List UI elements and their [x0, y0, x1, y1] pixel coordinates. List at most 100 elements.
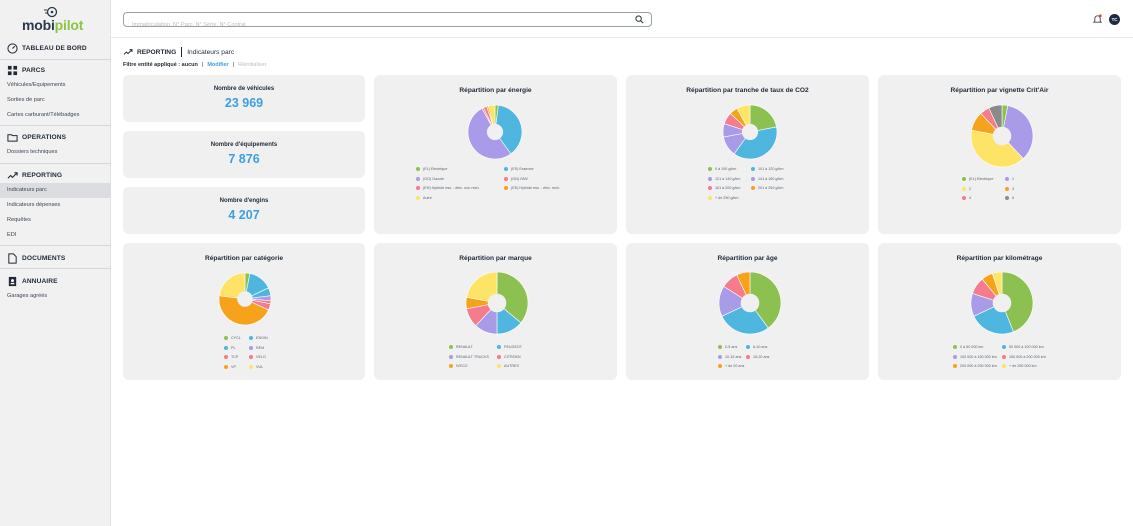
- legend-item[interactable]: CITROEN: [497, 354, 521, 359]
- avatar[interactable]: TC: [1109, 14, 1120, 25]
- legend-item[interactable]: TCP: [224, 355, 238, 359]
- donut-hole: [237, 291, 253, 307]
- legend-swatch: [953, 345, 957, 349]
- chart-card-energie: Répartition par énergie (EL) Electrique (…: [374, 75, 617, 234]
- legend-item[interactable]: (GN) GNV: [504, 176, 528, 181]
- kpi-value: 23 969: [224, 96, 264, 110]
- search-input[interactable]: [124, 18, 614, 32]
- sidebar-head-operations[interactable]: OPERATIONS: [0, 129, 111, 145]
- chart-card-kilometrage: Répartition par kilométrage 0 à 50 000 k…: [878, 243, 1121, 380]
- legend-item[interactable]: (ES) Essence: [504, 167, 534, 171]
- legend-swatch: [953, 354, 957, 359]
- sidebar-section-reporting: REPORTING Indicateurs parc Indicateurs d…: [0, 167, 111, 243]
- pie-chart[interactable]: [467, 104, 523, 160]
- legend-item[interactable]: PEUGEOT: [497, 345, 522, 349]
- legend-label: (EL) Electrique: [423, 167, 448, 171]
- pie-chart[interactable]: [722, 104, 778, 160]
- modify-filter-link[interactable]: Modifier: [207, 62, 228, 68]
- sidebar-head-reporting[interactable]: REPORTING: [0, 167, 111, 183]
- sidebar-item-cartes[interactable]: Cartes carburant/Télébadges: [0, 108, 111, 123]
- legend-item[interactable]: (EE) Hybride ess. - élec. rech.: [504, 186, 560, 190]
- pie-chart[interactable]: [218, 272, 272, 326]
- legend-item[interactable]: Autre: [416, 195, 432, 200]
- pie-chart[interactable]: [970, 104, 1034, 168]
- legend-item[interactable]: VP: [224, 364, 236, 369]
- breadcrumb: REPORTING Indicateurs parc: [123, 47, 234, 57]
- legend-item[interactable]: + de 250 000 km: [1002, 364, 1037, 368]
- sidebar-item-sorties[interactable]: Sorties de parc: [0, 93, 111, 108]
- legend-item[interactable]: 6-10 ans: [746, 345, 767, 349]
- legend-item[interactable]: PL: [224, 345, 236, 350]
- sidebar-item-dossiers[interactable]: Dossiers techniques: [0, 145, 111, 160]
- legend-item[interactable]: IVECO: [449, 364, 467, 368]
- legend-item[interactable]: 2: [962, 186, 971, 191]
- legend-item[interactable]: (EL) Electrique: [962, 177, 993, 181]
- legend-item[interactable]: + de 20 ans: [718, 364, 744, 368]
- legend-swatch: [751, 176, 755, 181]
- logo[interactable]: mobipilot: [22, 6, 90, 34]
- legend-item[interactable]: 50 000 à 100 000 km: [1002, 345, 1044, 349]
- legend-item[interactable]: 5: [1005, 196, 1014, 200]
- legend-item[interactable]: 3: [1005, 186, 1014, 191]
- legend-swatch: [224, 336, 228, 340]
- legend-item[interactable]: 0-5 ans: [718, 345, 737, 349]
- legend-item[interactable]: 1: [1005, 177, 1014, 181]
- legend-swatch: [708, 186, 712, 190]
- legend-label: 101 à 120 g/km: [758, 167, 784, 171]
- legend-item[interactable]: VELO: [249, 355, 266, 359]
- legend-item[interactable]: VUL: [249, 364, 263, 369]
- legend-item[interactable]: 161 à 200 g/km: [708, 186, 740, 190]
- sidebar-item-requetes[interactable]: Requêtes: [0, 213, 111, 228]
- legend-item[interactable]: 141 à 160 g/km: [751, 176, 783, 181]
- sidebar-head-dashboard[interactable]: TABLEAU DE BORD: [0, 40, 111, 56]
- search-icon[interactable]: [635, 15, 644, 24]
- legend-label: 0 à 100 g/km: [715, 167, 737, 171]
- sidebar-head-documents[interactable]: DOCUMENTS: [0, 250, 111, 266]
- legend-item[interactable]: REM: [249, 345, 264, 350]
- legend-swatch: [708, 167, 712, 171]
- sidebar-item-edi[interactable]: EDI: [0, 228, 111, 243]
- sidebar-head-label: REPORTING: [22, 171, 63, 179]
- pie-chart[interactable]: [970, 271, 1034, 335]
- sidebar-item-vehicules[interactable]: Véhicules/Equipements: [0, 78, 111, 93]
- sidebar-item-indicateurs-parc[interactable]: Indicateurs parc: [0, 183, 111, 198]
- legend-item[interactable]: (EL) Electrique: [416, 167, 447, 171]
- legend-item[interactable]: 200 000 à 250 000 km: [953, 364, 997, 368]
- sidebar-head-annuaire[interactable]: ANNUAIRE: [0, 273, 111, 289]
- legend-item[interactable]: 4: [962, 196, 971, 200]
- legend-swatch: [449, 345, 453, 349]
- sidebar-item-garages[interactable]: Garages agréés: [0, 289, 111, 304]
- legend-item[interactable]: 10-15 ans: [718, 354, 741, 359]
- legend-item[interactable]: 121 à 140 g/km: [708, 176, 740, 181]
- legend-item[interactable]: 201 à 250 g/km: [751, 186, 783, 190]
- legend-swatch: [249, 355, 253, 359]
- chart-card-categorie: Répartition par catégorie CYCL ENGIN PL REM…: [123, 243, 365, 380]
- legend-item[interactable]: RENAULT: [449, 345, 473, 349]
- bell-icon[interactable]: [1093, 14, 1102, 24]
- legend-swatch: [746, 354, 750, 359]
- sidebar-item-indicateurs-depenses[interactable]: Indicateurs dépenses: [0, 198, 111, 213]
- document-icon: [8, 252, 17, 264]
- filter-bar: Filtre entité appliqué : aucun | Modifie…: [123, 62, 267, 68]
- legend-item[interactable]: 0 à 100 g/km: [708, 167, 736, 171]
- legend-item[interactable]: 15-20 ans: [746, 354, 769, 359]
- legend-label: CYCL: [231, 336, 241, 340]
- legend-item[interactable]: AUTRES: [497, 364, 519, 368]
- legend-item[interactable]: (GO) Gazole: [416, 176, 444, 181]
- sidebar-section-operations: OPERATIONS Dossiers techniques: [0, 129, 111, 160]
- pie-chart[interactable]: [718, 271, 782, 335]
- breadcrumb-section[interactable]: REPORTING: [137, 49, 176, 56]
- legend-item[interactable]: ENGIN: [249, 336, 268, 340]
- legend-item[interactable]: (EH) Hybride ess. - élec. non rech.: [416, 186, 480, 190]
- chart-title: Répartition par marque: [459, 255, 532, 262]
- legend-item[interactable]: 100 000 à 150 000 km: [953, 354, 997, 359]
- legend-item[interactable]: 0 à 50 000 km: [953, 345, 983, 349]
- legend-item[interactable]: + de 250 g/km: [708, 195, 738, 200]
- legend-item[interactable]: 150 000 à 200 000 km: [1002, 354, 1046, 359]
- legend-item[interactable]: 101 à 120 g/km: [751, 167, 783, 171]
- sidebar-head-parcs[interactable]: PARCS: [0, 62, 111, 78]
- legend-item[interactable]: CYCL: [224, 336, 241, 340]
- legend-item[interactable]: RENAULT TRUCKS: [449, 354, 489, 359]
- pie-chart[interactable]: [465, 271, 529, 335]
- reset-filter-link[interactable]: Réinitialiser: [238, 62, 266, 68]
